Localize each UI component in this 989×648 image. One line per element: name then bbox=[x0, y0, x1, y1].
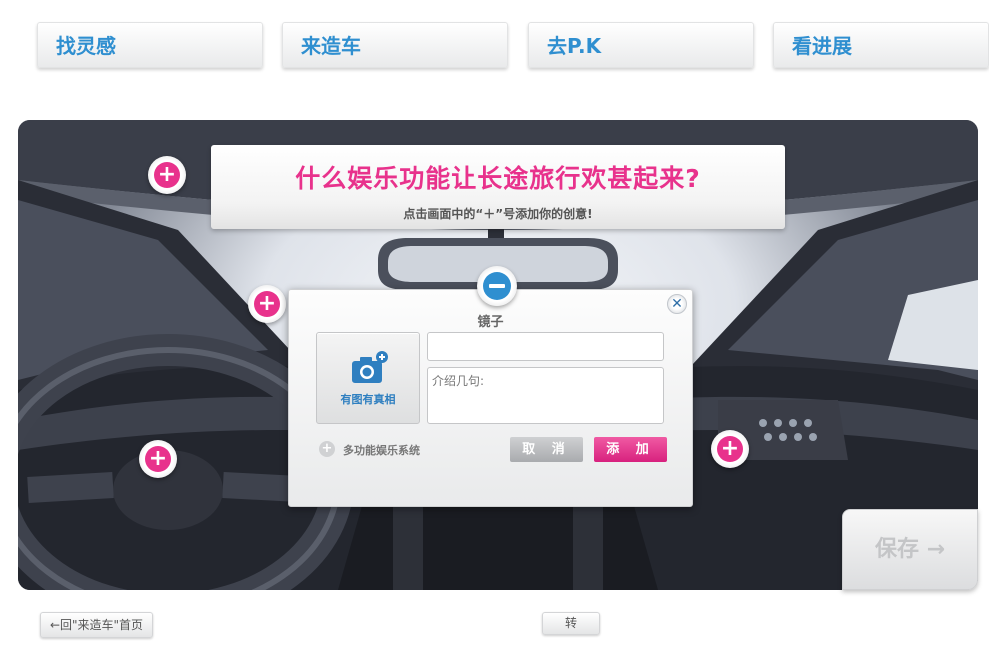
cancel-button[interactable]: 取 消 bbox=[510, 437, 583, 462]
nav-tab-progress[interactable]: 看进展 bbox=[773, 22, 989, 68]
category-plus-icon: + bbox=[319, 441, 335, 457]
add-idea-plus-icon[interactable] bbox=[711, 430, 749, 468]
banner-title: 什么娱乐功能让长途旅行欢甚起来? bbox=[295, 164, 701, 193]
nav-tab-pk[interactable]: 去P.K bbox=[528, 22, 754, 68]
camera-icon bbox=[352, 351, 388, 383]
upload-photo-button[interactable]: 有图有真相 bbox=[316, 332, 420, 424]
save-button[interactable]: 保存 → bbox=[842, 509, 978, 590]
photo-label: 有图有真相 bbox=[340, 393, 396, 406]
nav-tab-build-car[interactable]: 来造车 bbox=[282, 22, 508, 68]
category-label: 多功能娱乐系统 bbox=[343, 444, 420, 457]
minus-bar bbox=[489, 284, 505, 288]
idea-intro-textarea[interactable] bbox=[427, 367, 664, 424]
add-idea-plus-icon[interactable] bbox=[139, 440, 177, 478]
add-idea-plus-icon[interactable] bbox=[248, 285, 286, 323]
instruction-banner: 什么娱乐功能让长途旅行欢甚起来? 点击画面中的“＋”号添加你的创意! bbox=[211, 145, 785, 229]
back-home-button[interactable]: ←回"来造车"首页 bbox=[40, 612, 153, 638]
share-button[interactable]: 转 bbox=[542, 612, 600, 635]
close-icon[interactable]: ✕ bbox=[667, 294, 687, 314]
nav-tab-inspiration[interactable]: 找灵感 bbox=[37, 22, 263, 68]
dialog-title: 镜子 bbox=[477, 315, 504, 330]
banner-subtitle: 点击画面中的“＋”号添加你的创意! bbox=[403, 207, 593, 221]
add-idea-plus-icon[interactable] bbox=[148, 156, 186, 194]
add-idea-dialog: 镜子 ✕ 有图有真相 + 多功能娱乐系统 取 消 添 加 bbox=[288, 289, 693, 507]
idea-name-input[interactable] bbox=[427, 332, 664, 361]
add-button[interactable]: 添 加 bbox=[594, 437, 667, 462]
